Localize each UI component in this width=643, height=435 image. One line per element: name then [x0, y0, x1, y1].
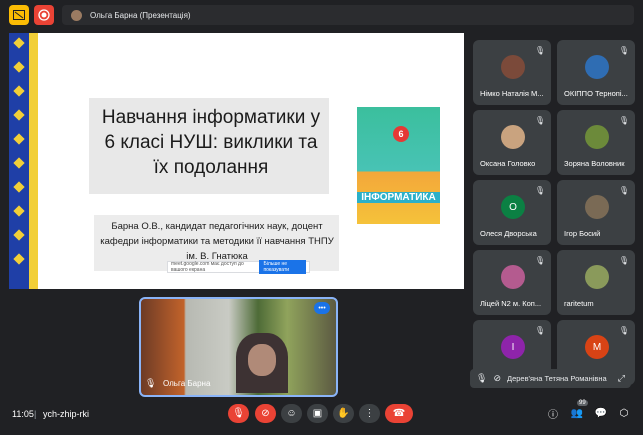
participant-tile[interactable]: 🎙 Ліцей N2 м. Коп... — [473, 250, 551, 315]
slide-author: Барна О.В., кандидат педагогічних наук, … — [100, 221, 334, 262]
participant-count-badge: 99 — [577, 400, 588, 406]
participant-avatar — [585, 265, 609, 289]
info-icon[interactable]: ⓘ — [546, 406, 560, 421]
chat-icon[interactable]: 💬 — [594, 406, 608, 420]
participant-avatar: М — [585, 335, 609, 359]
participant-avatar: І — [501, 335, 525, 359]
presentation-slide: Навчання інформатики у 6 класі НУШ: викл… — [9, 33, 464, 289]
participant-name: Ліцей N2 м. Коп... — [480, 299, 542, 308]
more-options-button[interactable]: ⋮ — [359, 404, 380, 423]
present-button[interactable]: ▣ — [307, 404, 328, 423]
participant-name: Ігор Босий — [564, 229, 601, 238]
present-icon: ▣ — [312, 408, 323, 419]
stop-presenting-button[interactable] — [9, 5, 29, 25]
microphone-off-icon: 🎙 — [145, 378, 157, 388]
recording-button[interactable] — [34, 5, 54, 25]
captions-button[interactable]: ☺ — [281, 404, 302, 423]
meeting-code: ych-zhip-rki — [43, 409, 90, 419]
microphone-off-icon: 🎙 — [618, 255, 630, 265]
slide-title: Навчання інформатики у 6 класі НУШ: викл… — [101, 107, 321, 178]
emoji-icon: ☺ — [286, 408, 297, 419]
participant-tile[interactable]: 🎙 raritetum — [557, 250, 635, 315]
camera-off-icon[interactable]: ⊘ — [493, 373, 501, 384]
camera-toggle-button[interactable]: ⊘ — [255, 404, 276, 423]
participant-avatar — [585, 55, 609, 79]
microphone-off-icon: 🎙 — [232, 408, 245, 419]
expand-icon[interactable]: ⤢ — [618, 373, 625, 384]
participant-avatar — [501, 55, 525, 79]
clock: 11:05 — [12, 409, 34, 419]
presenter-bar: Ольга Барна (Презентація) — [62, 5, 634, 25]
slide-ornament-stripe — [29, 33, 38, 289]
participant-name: ОКІППО Тернопі... — [564, 89, 628, 98]
book-cover-image — [357, 107, 440, 224]
participant-avatar — [585, 125, 609, 149]
participant-avatar — [501, 265, 525, 289]
camera-off-icon: ⊘ — [261, 408, 270, 419]
participant-name: Оксана Головко — [480, 159, 536, 168]
participant-avatar — [585, 195, 609, 219]
activities-icon[interactable]: ⬡ — [617, 406, 631, 420]
microphone-off-icon: 🎙 — [534, 255, 546, 265]
microphone-off-icon: 🎙 — [618, 185, 630, 195]
participant-name: Німко Наталія М... — [480, 89, 544, 98]
participant-tile[interactable]: 🎙 ОКІППО Тернопі... — [557, 40, 635, 105]
microphone-toggle-button[interactable]: 🎙 — [228, 404, 249, 423]
book-grade-badge: 6 — [393, 126, 409, 142]
notification-text: meet.google.com має доступ до вашого екр… — [171, 261, 244, 273]
present-to-all-icon — [13, 10, 25, 20]
more-vert-icon: ⋮ — [364, 408, 375, 419]
people-icon[interactable]: 👥 — [570, 406, 584, 420]
screen-share-notification: meet.google.com має доступ до вашого екр… — [167, 260, 310, 274]
microphone-off-icon: 🎙 — [534, 115, 546, 125]
participant-avatar: О — [501, 195, 525, 219]
record-icon — [38, 9, 50, 21]
hover-participant-name: Дерев'яна Тетяна Романівна — [506, 374, 607, 383]
participant-name: Зоряна Воловник — [564, 159, 625, 168]
presenter-name: Ольга Барна (Презентація) — [90, 10, 191, 20]
self-view-more-button[interactable]: ••• — [314, 302, 330, 314]
participant-name: raritetum — [564, 299, 594, 308]
participant-tile[interactable]: 🎙 Німко Наталія М... — [473, 40, 551, 105]
ornament-pattern — [13, 37, 25, 265]
presenter-avatar — [71, 9, 82, 21]
microphone-off-icon: 🎙 — [618, 325, 630, 335]
participant-tile[interactable]: 🎙 Ігор Босий — [557, 180, 635, 245]
notification-dismiss-button[interactable]: Більше не показувати — [259, 260, 306, 274]
participant-avatar — [501, 125, 525, 149]
microphone-off-icon: 🎙 — [534, 45, 546, 55]
participant-tile[interactable]: 🎙 Оксана Головко — [473, 110, 551, 175]
book-title: ІНФОРМАТИКА — [357, 192, 440, 203]
end-call-button[interactable]: ☎ — [385, 404, 413, 423]
microphone-off-icon: 🎙 — [534, 185, 546, 195]
microphone-off-icon[interactable]: 🎙 — [476, 373, 487, 384]
participant-tile[interactable]: 🎙 Зоряна Воловник — [557, 110, 635, 175]
self-view-name: Ольга Барна — [163, 379, 211, 388]
separator: | — [34, 409, 37, 419]
microphone-off-icon: 🎙 — [534, 325, 546, 335]
participant-tile[interactable]: 🎙 О Олеся Дворська — [473, 180, 551, 245]
self-view-face — [248, 344, 276, 376]
microphone-off-icon: 🎙 — [618, 45, 630, 55]
participant-name: Олеся Дворська — [480, 229, 537, 238]
hand-icon: ✋ — [337, 408, 350, 419]
raise-hand-button[interactable]: ✋ — [333, 404, 354, 423]
microphone-off-icon: 🎙 — [618, 115, 630, 125]
participant-hover-bar: 🎙 ⊘ Дерев'яна Тетяна Романівна ⤢ — [470, 369, 631, 388]
phone-hangup-icon: ☎ — [392, 408, 406, 419]
